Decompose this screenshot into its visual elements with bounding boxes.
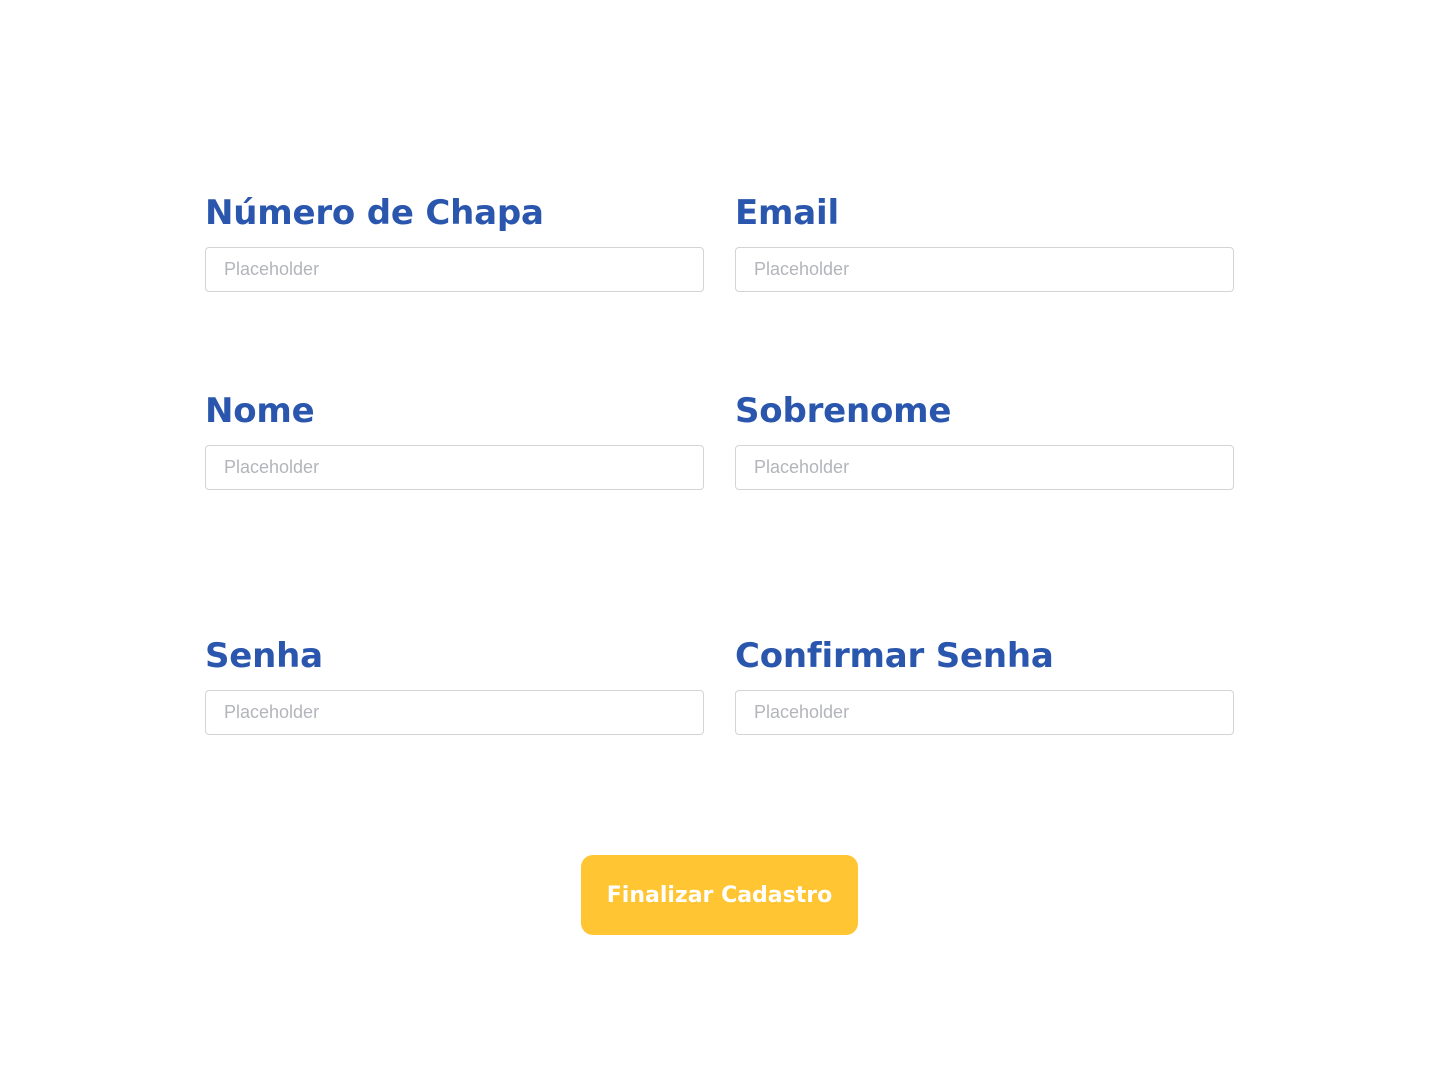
confirmar-senha-label: Confirmar Senha xyxy=(735,636,1054,676)
finalizar-cadastro-button[interactable]: Finalizar Cadastro xyxy=(581,855,858,935)
confirmar-senha-field-group: Confirmar Senha xyxy=(735,635,1234,735)
chapa-field-group: Número de Chapa xyxy=(205,192,704,292)
confirmar-senha-input[interactable] xyxy=(735,690,1234,735)
sobrenome-label: Sobrenome xyxy=(735,391,952,431)
senha-label: Senha xyxy=(205,636,323,676)
email-label: Email xyxy=(735,193,839,233)
senha-field-group: Senha xyxy=(205,635,704,735)
nome-input[interactable] xyxy=(205,445,704,490)
chapa-input[interactable] xyxy=(205,247,704,292)
sobrenome-input[interactable] xyxy=(735,445,1234,490)
email-field-group: Email xyxy=(735,192,1234,292)
sobrenome-field-group: Sobrenome xyxy=(735,390,1234,490)
senha-input[interactable] xyxy=(205,690,704,735)
nome-field-group: Nome xyxy=(205,390,704,490)
chapa-label: Número de Chapa xyxy=(205,193,544,233)
nome-label: Nome xyxy=(205,391,315,431)
email-input[interactable] xyxy=(735,247,1234,292)
